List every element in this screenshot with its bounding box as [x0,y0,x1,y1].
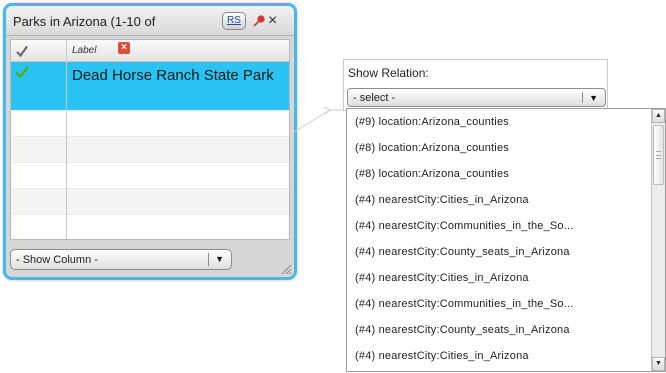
relation-option[interactable]: (#4) nearestCity:Communities_in_the_So..… [355,298,645,310]
relation-option[interactable]: (#8) location:Arizona_counties [355,168,645,180]
select-divider [208,253,209,266]
relation-option[interactable]: (#4) nearestCity:Communities_in_the_So..… [355,220,645,232]
parks-panel: Parks in Arizona (1-10 of RS × Label × D… [3,3,297,280]
column-header-label: Label [72,45,97,56]
scroll-thumb[interactable] [653,125,664,185]
select-divider [582,92,583,103]
table-row[interactable] [11,111,289,137]
relation-option[interactable]: (#4) nearestCity:Cities_in_Arizona [355,194,645,206]
show-column-select[interactable]: - Show Column - ▼ [10,249,232,270]
column-divider [66,40,67,239]
grid-header: Label × [11,40,289,62]
table-row[interactable]: Dead Horse Ranch State Park [11,62,289,111]
panel-title: Parks in Arizona (1-10 of [13,14,156,29]
check-icon[interactable] [14,65,30,79]
table-row[interactable] [11,189,289,215]
panel-header: Parks in Arizona (1-10 of RS × [6,6,294,36]
close-icon[interactable]: × [268,11,277,31]
scroll-down-arrow-icon[interactable]: ▼ [652,357,665,371]
show-relation-box: Show Relation: - select - ▼ [343,59,608,111]
relation-dropdown-list: (#9) location:Arizona_counties (#8) loca… [346,108,666,372]
relation-option[interactable]: (#4) nearestCity:Cities_in_Arizona [355,272,645,284]
relation-option[interactable]: (#4) nearestCity:County_seats_in_Arizona [355,324,645,336]
show-column-value: - Show Column - [16,254,98,266]
row-label: Dead Horse Ranch State Park [72,67,274,84]
table-row[interactable] [11,163,289,189]
rs-button[interactable]: RS [222,12,246,30]
thumb-grip-icon [656,151,661,159]
resize-grip-icon[interactable] [280,263,292,275]
relation-option[interactable]: (#8) location:Arizona_counties [355,142,645,154]
table-row[interactable] [11,215,289,239]
chevron-down-icon[interactable]: ▼ [215,254,224,264]
relation-option[interactable]: (#4) nearestCity:County_seats_in_Arizona [355,246,645,258]
scroll-up-arrow-icon[interactable]: ▲ [652,109,665,123]
dropdown-scrollbar[interactable]: ▲ ▼ [651,109,665,371]
remove-column-icon[interactable]: × [118,42,130,54]
results-grid: Label × Dead Horse Ranch State Park [10,39,290,240]
table-row[interactable] [11,137,289,163]
relation-option[interactable]: (#4) nearestCity:Cities_in_Arizona [355,350,645,362]
show-relation-label: Show Relation: [348,66,429,80]
pin-icon[interactable] [252,14,266,28]
check-icon[interactable] [15,44,29,58]
relation-select-value: - select - [353,92,396,104]
chevron-down-icon[interactable]: ▼ [589,93,598,103]
relation-select[interactable]: - select - ▼ [347,88,606,107]
relation-option[interactable]: (#9) location:Arizona_counties [355,116,645,128]
